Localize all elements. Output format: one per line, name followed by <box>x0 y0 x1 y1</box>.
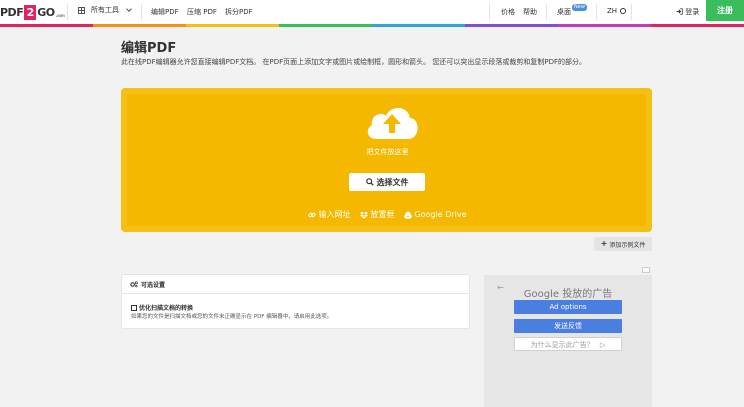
nav-edit-pdf[interactable]: 编辑PDF <box>151 7 179 17</box>
globe-icon <box>620 8 627 14</box>
rainbow-stripe <box>0 24 744 27</box>
page-description: 此在线PDF编辑器允许您直接编辑PDF文档。 在PDF页面上添加文字或图片或绘制… <box>121 58 586 66</box>
optional-settings-header: 可选设置 <box>122 275 469 294</box>
chevron-down-icon <box>126 5 132 12</box>
stripe-segment <box>93 24 186 27</box>
dropbox-label: 放置框 <box>370 210 395 219</box>
all-tools-menu[interactable]: 所有工具 <box>78 5 132 15</box>
add-sample-label: 添加示例文件 <box>609 241 646 249</box>
dropbox-link[interactable]: 放置框 <box>360 209 394 220</box>
optimize-scanned-checkbox[interactable]: 优化扫描文档的转换 <box>131 303 193 312</box>
stripe-segment <box>186 24 279 27</box>
checkbox-help-text: 如果您的文件是扫描文档或您的文件未正确显示在 PDF 编辑器中，请启用此选项。 <box>131 314 333 320</box>
pdf2go-logo[interactable]: PDF 2 GO .com <box>0 3 65 21</box>
login-label: 登录 <box>685 8 700 16</box>
enter-url-link[interactable]: 输入网址 <box>308 209 350 220</box>
ad-choices-icon[interactable] <box>642 267 650 273</box>
google-drive-link[interactable]: Google Drive <box>404 209 467 220</box>
logo-text-go: GO <box>37 5 55 19</box>
nav-pricing[interactable]: 价格 <box>501 7 515 17</box>
ad-title: Google 投放的广告 <box>523 289 613 300</box>
checkbox[interactable] <box>131 304 137 311</box>
divider <box>67 4 68 20</box>
nav-split-pdf[interactable]: 拆分PDF <box>225 7 253 17</box>
divider <box>631 4 632 20</box>
language-switcher[interactable]: ZH <box>607 7 627 15</box>
play-icon: ▷ <box>599 341 606 349</box>
logo-suffix: .com <box>55 12 65 18</box>
dropbox-icon <box>360 211 369 219</box>
add-sample-file-button[interactable]: + 添加示例文件 <box>594 237 652 251</box>
stripe-segment <box>0 24 93 27</box>
stripe-segment <box>558 24 651 27</box>
nav-compress-pdf[interactable]: 压缩 PDF <box>187 7 217 17</box>
choose-file-button[interactable]: 选择文件 <box>349 173 425 191</box>
enter-url-label: 输入网址 <box>318 210 351 219</box>
all-tools-label: 所有工具 <box>91 6 119 14</box>
page-title: 编辑PDF <box>121 41 177 56</box>
checkbox-label: 优化扫描文档的转换 <box>139 305 194 312</box>
divider <box>141 4 142 20</box>
upload-dropzone[interactable]: 把文件放这里 选择文件 输入网址 放置框 Google Drive <box>121 88 652 232</box>
why-this-ad-label: 为什么显示此广告？ <box>530 341 594 349</box>
stripe-segment <box>372 24 465 27</box>
nav-help[interactable]: 帮助 <box>523 7 537 17</box>
ad-options-button[interactable]: Ad options <box>514 300 622 314</box>
optional-settings-panel: 可选设置 优化扫描文档的转换 如果您的文件是扫描文档或您的文件未正确显示在 PD… <box>121 274 470 329</box>
cloud-upload-icon <box>364 101 420 141</box>
top-navigation-bar: PDF 2 GO .com 所有工具 编辑PDF 压缩 PDF 拆分PDF 价格 帮助… <box>0 0 744 24</box>
language-label: ZH <box>607 7 618 15</box>
google-drive-icon <box>404 211 413 219</box>
new-badge: New <box>572 4 587 11</box>
logo-text-2: 2 <box>24 4 37 20</box>
send-feedback-button[interactable]: 发送反馈 <box>514 319 622 333</box>
stripe-segment <box>651 24 744 27</box>
drop-files-text: 把文件放这里 <box>366 148 409 156</box>
google-drive-label: Google Drive <box>414 210 467 219</box>
divider <box>489 4 490 20</box>
register-button[interactable]: 注册 <box>706 0 744 21</box>
dropzone-inner: 把文件放这里 选择文件 输入网址 放置框 Google Drive <box>126 93 647 227</box>
gears-icon <box>130 280 138 287</box>
grid-icon <box>78 6 85 14</box>
login-icon <box>676 8 683 15</box>
divider <box>596 4 597 20</box>
divider <box>546 4 547 20</box>
search-icon <box>365 178 374 186</box>
why-this-ad-button[interactable]: 为什么显示此广告？ ▷ <box>514 337 622 351</box>
logo-text-pdf: PDF <box>0 5 24 19</box>
plus-icon: + <box>600 239 608 248</box>
stripe-segment <box>465 24 558 27</box>
upload-sources: 输入网址 放置框 Google Drive <box>127 209 648 220</box>
login-link[interactable]: 登录 <box>676 7 699 17</box>
link-icon <box>308 212 317 217</box>
nav-desktop[interactable]: 桌面 <box>557 7 571 17</box>
stripe-segment <box>279 24 372 27</box>
choose-file-label: 选择文件 <box>376 177 409 187</box>
optional-settings-title: 可选设置 <box>141 281 166 289</box>
